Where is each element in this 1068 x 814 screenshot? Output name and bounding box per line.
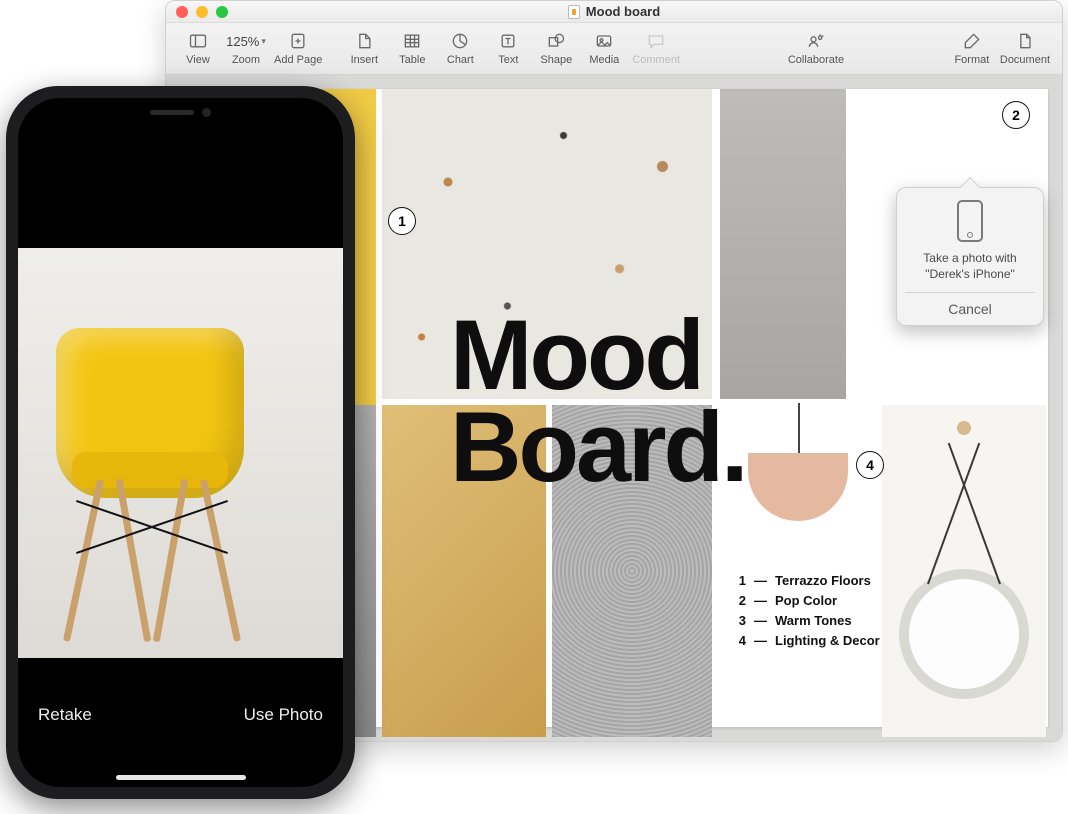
text-icon [498, 31, 518, 51]
callout-2: 2 [1002, 101, 1030, 129]
home-indicator[interactable] [116, 775, 246, 780]
camera-action-bar: Retake Use Photo [18, 657, 343, 787]
chart-button[interactable]: Chart [436, 31, 484, 66]
media-button[interactable]: Media [580, 31, 628, 66]
window-title: Mood board [166, 4, 1062, 19]
shape-label: Shape [540, 54, 572, 66]
window-title-text: Mood board [586, 4, 660, 19]
chart-icon [450, 31, 470, 51]
camera-preview[interactable] [18, 248, 343, 658]
comment-icon [646, 31, 666, 51]
add-page-label: Add Page [274, 54, 322, 66]
insert-icon [354, 31, 374, 51]
chair-legs [62, 478, 242, 638]
minimize-window-button[interactable] [196, 6, 208, 18]
table-icon [402, 31, 422, 51]
chair-seat [56, 328, 244, 498]
view-label: View [186, 54, 210, 66]
moodboard-legend[interactable]: 1—Terrazzo Floors 2—Pop Color 3—Warm Ton… [732, 571, 880, 652]
text-label: Text [498, 54, 518, 66]
legend-row: 3—Warm Tones [732, 611, 880, 631]
title-line-2: Board. [450, 391, 746, 502]
zoom-button[interactable]: 125% ▾ Zoom [222, 31, 270, 66]
use-photo-button[interactable]: Use Photo [244, 705, 323, 725]
iphone-device: Retake Use Photo [6, 86, 355, 799]
legend-row: 2—Pop Color [732, 591, 880, 611]
add-page-icon [288, 31, 308, 51]
image-round-mirror[interactable] [882, 405, 1046, 737]
document-button[interactable]: Document [996, 31, 1054, 66]
media-label: Media [589, 54, 619, 66]
collaborate-icon [806, 31, 826, 51]
popover-message: Take a photo with "Derek's iPhone" [905, 250, 1035, 282]
document-icon [568, 5, 580, 19]
insert-label: Insert [351, 54, 379, 66]
iphone-screen: Retake Use Photo [18, 98, 343, 787]
popover-cancel-button[interactable]: Cancel [905, 292, 1035, 325]
table-button[interactable]: Table [388, 31, 436, 66]
add-page-button[interactable]: Add Page [270, 31, 326, 66]
collaborate-button[interactable]: Collaborate [784, 31, 848, 66]
toolbar: View 125% ▾ Zoom Add Page Insert Table C… [166, 23, 1062, 75]
chair-photo-subject [48, 328, 258, 638]
format-label: Format [954, 54, 989, 66]
continuity-camera-popover: Take a photo with "Derek's iPhone" Cance… [896, 187, 1044, 326]
window-controls [176, 6, 228, 18]
chevron-down-icon: ▾ [261, 36, 266, 47]
zoom-window-button[interactable] [216, 6, 228, 18]
format-button[interactable]: Format [948, 31, 996, 66]
callout-1: 1 [388, 207, 416, 235]
legend-row: 4—Lighting & Decor [732, 631, 880, 651]
phone-outline-icon [957, 200, 983, 242]
iphone-notch [101, 98, 261, 126]
media-icon [594, 31, 614, 51]
shape-button[interactable]: Shape [532, 31, 580, 66]
text-button[interactable]: Text [484, 31, 532, 66]
comment-button: Comment [628, 31, 684, 66]
legend-row: 1—Terrazzo Floors [732, 571, 880, 591]
shape-icon [546, 31, 566, 51]
table-label: Table [399, 54, 425, 66]
mirror-peg [957, 421, 971, 435]
zoom-value: 125% [226, 34, 259, 49]
document-label: Document [1000, 54, 1050, 66]
window-titlebar: Mood board [166, 1, 1062, 23]
callout-4: 4 [856, 451, 884, 479]
lamp-shade [748, 453, 848, 521]
sidebar-icon [188, 31, 208, 51]
retake-button[interactable]: Retake [38, 705, 92, 725]
speaker-icon [150, 110, 194, 115]
insert-button[interactable]: Insert [340, 31, 388, 66]
close-window-button[interactable] [176, 6, 188, 18]
comment-label: Comment [632, 54, 680, 66]
mirror-disk [899, 569, 1029, 699]
chart-label: Chart [447, 54, 474, 66]
front-camera-icon [202, 108, 211, 117]
format-icon [962, 31, 982, 51]
moodboard-title[interactable]: Mood Board. [450, 309, 746, 493]
collaborate-label: Collaborate [788, 54, 844, 66]
zoom-label: Zoom [232, 54, 260, 66]
view-button[interactable]: View [174, 31, 222, 66]
document-icon [1015, 31, 1035, 51]
